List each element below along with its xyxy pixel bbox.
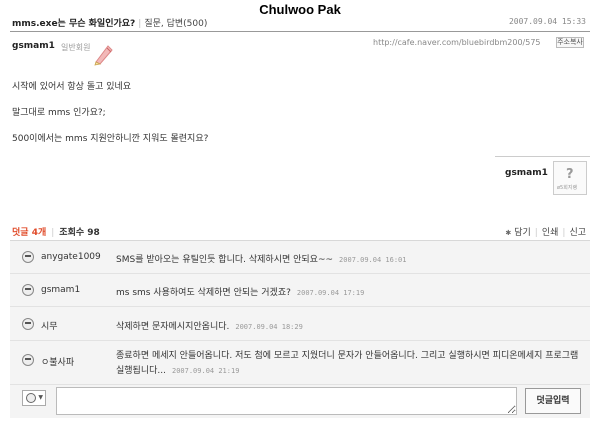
comment-text-line: 종료하면 메세지 안들어옵니다. 저도 첨에 모르고 지웠더니 문자가 안들어옵…	[116, 349, 586, 379]
face-icon	[26, 393, 36, 403]
member-level: 일반회원	[61, 43, 91, 52]
commenter-avatar-icon[interactable]	[22, 284, 34, 296]
pencil-icon	[94, 45, 113, 66]
comment-text: ms sms 사용하여도 삭제하면 안되는 거겠죠?	[116, 288, 291, 298]
view-count: 조회수 98	[59, 228, 100, 238]
comment-text-line: ms sms 사용하여도 삭제하면 안되는 거겠죠? 2007.09.04 17:…	[116, 285, 364, 298]
action-separator: |	[534, 228, 538, 238]
post-author[interactable]: gsmam1	[12, 41, 55, 51]
comment-date: 2007.09.04 16:01	[339, 256, 407, 264]
chevron-down-icon: ▼	[38, 394, 43, 401]
post-title[interactable]: mms.exe는 무슨 화일인가요?	[12, 19, 135, 29]
comment-text-line: SMS를 받아오는 유틸인듯 합니다. 삭제하시면 안되요~~ 2007.09.0…	[116, 252, 406, 265]
comment-input-row: ▼ 덧글입력	[10, 385, 590, 418]
signature-avatar[interactable]: ? ø5회지랭	[553, 161, 587, 195]
signature-author[interactable]: gsmam1	[505, 168, 548, 178]
comment-text-line: 삭제하면 문자메시지안옵니다. 2007.09.04 18:29	[116, 319, 303, 332]
emoticon-selector[interactable]: ▼	[22, 390, 46, 406]
comment-input[interactable]	[56, 387, 517, 415]
scrap-link[interactable]: 담기	[514, 228, 531, 238]
comment-text: 삭제하면 문자메시지안옵니다.	[116, 322, 230, 332]
post-body-line-1: 시작에 있어서 항상 돌고 있네요	[12, 82, 132, 92]
submit-comment-button[interactable]: 덧글입력	[525, 388, 581, 414]
commenter-name[interactable]: 시무	[41, 319, 58, 332]
commenter-name[interactable]: anygate1009	[41, 252, 101, 262]
comment-count[interactable]: 덧글 4개	[12, 228, 46, 238]
comment-date: 2007.09.04 17:19	[296, 289, 365, 297]
avatar-caption: ø5회지랭	[557, 185, 578, 191]
commenter-avatar-icon[interactable]	[22, 251, 34, 263]
print-link[interactable]: 인쇄	[542, 228, 559, 238]
post-category[interactable]: 질문, 답변(500)	[144, 19, 207, 29]
comment-item: 시무 삭제하면 문자메시지안옵니다. 2007.09.04 18:29	[10, 307, 590, 341]
comment-date: 2007.09.04 18:29	[235, 323, 303, 331]
signature-divider	[495, 156, 590, 157]
comment-text: SMS를 받아오는 유틸인듯 합니다. 삭제하시면 안되요~~	[116, 255, 334, 265]
scrap-icon: ✱	[505, 229, 512, 237]
watermark-text: Chulwoo Pak	[259, 2, 341, 17]
post-body-line-3: 500이에서는 mms 지원안하니깐 지워도 몰련지요?	[12, 134, 209, 144]
report-link[interactable]: 신고	[569, 228, 586, 238]
post-title-line: mms.exe는 무슨 화일인가요? | 질문, 답변(500)	[12, 16, 207, 29]
comment-item: ㅇ불사파 종료하면 메세지 안들어옵니다. 저도 첨에 모르고 지웠더니 문자가…	[10, 341, 590, 385]
title-divider	[10, 31, 590, 32]
comment-item: gsmam1 ms sms 사용하여도 삭제하면 안되는 거겠죠? 2007.09…	[10, 274, 590, 307]
comment-count-bar: 덧글 4개 | 조회수 98	[12, 225, 100, 238]
post-url[interactable]: http://cafe.naver.com/bluebirdbm200/575	[373, 38, 541, 47]
copy-address-button[interactable]: 주소복사	[556, 37, 584, 48]
commenter-avatar-icon[interactable]	[22, 318, 34, 330]
action-separator: |	[562, 228, 566, 238]
commenter-name[interactable]: gsmam1	[41, 285, 80, 295]
question-mark-icon: ?	[566, 167, 574, 182]
comment-item: anygate1009 SMS를 받아오는 유틸인듯 합니다. 삭제하시면 안되…	[10, 241, 590, 274]
post-date: 2007.09.04 15:33	[508, 17, 586, 26]
commenter-name[interactable]: ㅇ불사파	[41, 355, 74, 368]
title-separator: |	[138, 19, 142, 29]
post-actions: ✱ 담기 | 인쇄 | 신고	[505, 225, 586, 238]
commenter-avatar-icon[interactable]	[22, 354, 34, 366]
post-body-line-2: 말그대로 mms 인가요?;	[12, 108, 106, 118]
comment-date: 2007.09.04 21:19	[171, 367, 240, 375]
bar-separator: |	[51, 228, 55, 238]
